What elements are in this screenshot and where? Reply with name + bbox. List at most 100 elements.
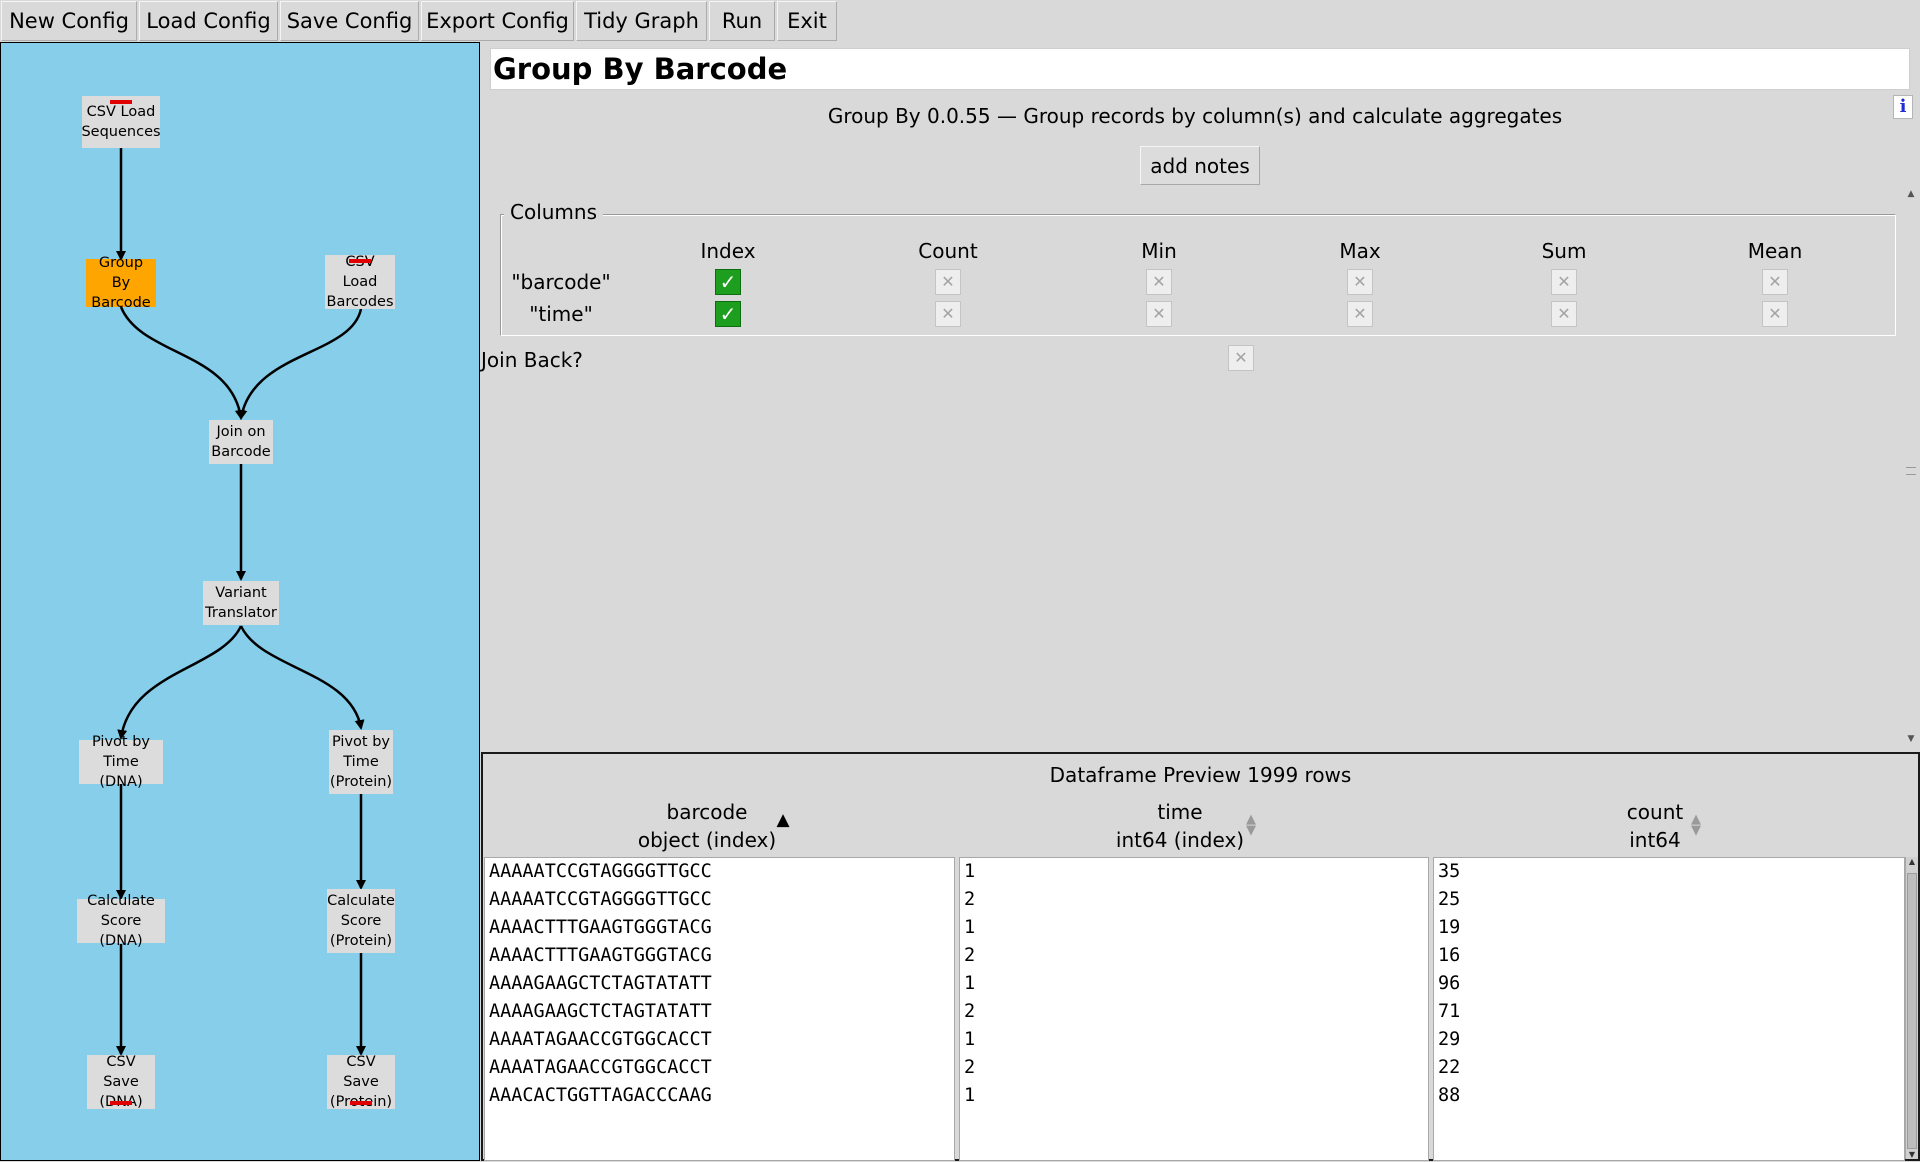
edge-group-by-to-join [119, 306, 245, 420]
min-checkbox[interactable]: ✕ [1146, 269, 1172, 295]
table-cell[interactable]: 16 [1434, 945, 1904, 973]
exit-button[interactable]: Exit [777, 1, 837, 41]
new-config-button[interactable]: New Config [1, 1, 137, 41]
columns-group [500, 214, 1896, 336]
sort-unsorted-icon[interactable]: ▲ ▼ [1688, 813, 1704, 837]
column-header-mean: Mean [1747, 239, 1803, 263]
table-cell[interactable]: 96 [1434, 973, 1904, 1001]
table-cell[interactable]: AAAACTTTGAAGTGGGTACG [485, 917, 954, 945]
table-cell[interactable]: 2 [960, 889, 1428, 917]
table-cell[interactable]: AAAAATCCGTAGGGGTTGCC [485, 861, 954, 889]
node-csv-save-protein[interactable]: CSV Save (Protein) [327, 1054, 395, 1110]
table-cell[interactable]: 1 [960, 917, 1428, 945]
table-cell[interactable]: AAAATAGAACCGTGGCACCT [485, 1029, 954, 1057]
sort-ascending-icon[interactable]: ▲ [775, 812, 791, 829]
sort-unsorted-icon[interactable]: ▲ ▼ [1243, 813, 1259, 837]
table-cell[interactable]: 1 [960, 1029, 1428, 1057]
status-indicator [349, 259, 371, 263]
count-checkbox[interactable]: ✕ [935, 301, 961, 327]
node-pivot-by-time-dna[interactable]: Pivot by Time (DNA) [79, 734, 163, 790]
node-group-by-barcode[interactable]: Group By Barcode [86, 255, 156, 311]
node-title-input[interactable]: Group By Barcode [490, 48, 1910, 90]
pipeline-graph-panel[interactable]: CSV Load Sequences Group By Barcode CSV … [0, 42, 480, 1161]
run-button[interactable]: Run [709, 1, 775, 41]
config-scroll-up-icon[interactable]: ▲ [1906, 189, 1916, 199]
column-header-count[interactable]: count int64 [1555, 798, 1755, 854]
column-dtype: int64 [1629, 828, 1681, 852]
edge-variant-to-pivot-protein [239, 625, 365, 730]
dataframe-scrollbar[interactable]: ▲ ▼ [1905, 857, 1918, 1159]
max-checkbox[interactable]: ✕ [1347, 269, 1373, 295]
node-description: Group By 0.0.55 — Group records by colum… [827, 104, 1563, 128]
sum-checkbox[interactable]: ✕ [1551, 269, 1577, 295]
node-csv-save-dna[interactable]: CSV Save (DNA) [87, 1054, 155, 1110]
table-cell[interactable]: AAAAGAAGCTCTAGTATATT [485, 973, 954, 1001]
table-cell[interactable]: 22 [1434, 1057, 1904, 1085]
node-label: Join on Barcode [211, 424, 271, 460]
max-checkbox[interactable]: ✕ [1347, 301, 1373, 327]
min-checkbox[interactable]: ✕ [1146, 301, 1172, 327]
toolbar: New Config Load Config Save Config Expor… [0, 0, 1920, 42]
node-calculate-score-protein[interactable]: Calculate Score (Protein) [327, 889, 395, 953]
status-indicator [350, 1101, 372, 1105]
join-back-label: Join Back? [481, 348, 583, 372]
node-pivot-by-time-protein[interactable]: Pivot by Time (Protein) [329, 730, 393, 794]
table-cell[interactable]: 35 [1434, 861, 1904, 889]
join-back-checkbox[interactable]: ✕ [1228, 345, 1254, 371]
table-cell[interactable]: AAAAGAAGCTCTAGTATATT [485, 1001, 954, 1029]
node-csv-load-sequences[interactable]: CSV Load Sequences [81, 96, 161, 148]
table-cell[interactable]: 2 [960, 945, 1428, 973]
table-cell[interactable]: 25 [1434, 889, 1904, 917]
index-checkbox[interactable]: ✓ [715, 301, 741, 327]
edge-load-barcodes-to-join [237, 308, 363, 420]
table-cell[interactable]: 88 [1434, 1085, 1904, 1113]
tidy-graph-button[interactable]: Tidy Graph [576, 1, 707, 41]
table-cell[interactable]: AAACACTGGTTAGACCCAAG [485, 1085, 954, 1113]
load-config-button[interactable]: Load Config [139, 1, 278, 41]
count-checkbox[interactable]: ✕ [935, 269, 961, 295]
node-label: Group By Barcode [91, 255, 151, 311]
table-cell[interactable]: 19 [1434, 917, 1904, 945]
scrollbar-thumb[interactable] [1907, 873, 1917, 1149]
table-cell[interactable]: 2 [960, 1057, 1428, 1085]
status-indicator [110, 100, 132, 104]
table-cell[interactable]: 1 [960, 1085, 1428, 1113]
table-cell[interactable]: 1 [960, 861, 1428, 889]
column-header-count: Count [918, 239, 978, 263]
column-header-min: Min [1141, 239, 1177, 263]
table-cell[interactable]: 2 [960, 1001, 1428, 1029]
save-config-button[interactable]: Save Config [280, 1, 419, 41]
edge-variant-to-pivot-dna [117, 625, 243, 740]
table-cell[interactable]: AAAAATCCGTAGGGGTTGCC [485, 889, 954, 917]
node-label: CSV Load Sequences [81, 104, 161, 140]
index-checkbox[interactable]: ✓ [715, 269, 741, 295]
table-cell[interactable]: AAAACTTTGAAGTGGGTACG [485, 945, 954, 973]
table-cell[interactable]: 29 [1434, 1029, 1904, 1057]
node-calculate-score-dna[interactable]: Calculate Score (DNA) [77, 893, 165, 949]
add-notes-button[interactable]: add notes [1140, 146, 1260, 185]
node-label: Pivot by Time (DNA) [92, 734, 150, 790]
node-csv-load-barcodes[interactable]: CSV Load Barcodes [325, 254, 395, 310]
node-label: Variant Translator [205, 585, 277, 621]
table-cell[interactable]: AAAATAGAACCGTGGCACCT [485, 1057, 954, 1085]
dataframe-column-time[interactable]: 121212121 [959, 857, 1429, 1161]
columns-legend: Columns [504, 200, 604, 224]
config-scrollbar-grip[interactable] [1906, 467, 1916, 475]
dataframe-column-barcode[interactable]: AAAAATCCGTAGGGGTTGCC AAAAATCCGTAGGGGTTGCC… [484, 857, 955, 1161]
mean-checkbox[interactable]: ✕ [1762, 301, 1788, 327]
node-label: Calculate Score (DNA) [87, 893, 155, 949]
dataframe-column-count[interactable]: 35 25 19 16 96 71 29 22 88 [1433, 857, 1905, 1161]
mean-checkbox[interactable]: ✕ [1762, 269, 1788, 295]
node-label: Calculate Score (Protein) [327, 893, 395, 949]
node-label: Pivot by Time (Protein) [329, 734, 393, 790]
export-config-button[interactable]: Export Config [421, 1, 574, 41]
scroll-up-icon[interactable]: ▲ [1906, 857, 1918, 866]
config-scroll-down-icon[interactable]: ▼ [1906, 734, 1916, 744]
sum-checkbox[interactable]: ✕ [1551, 301, 1577, 327]
table-cell[interactable]: 1 [960, 973, 1428, 1001]
node-variant-translator[interactable]: Variant Translator [203, 581, 279, 625]
column-name: count [1626, 800, 1684, 824]
scroll-down-icon[interactable]: ▼ [1906, 1150, 1918, 1159]
table-cell[interactable]: 71 [1434, 1001, 1904, 1029]
node-join-on-barcode[interactable]: Join on Barcode [209, 420, 273, 464]
